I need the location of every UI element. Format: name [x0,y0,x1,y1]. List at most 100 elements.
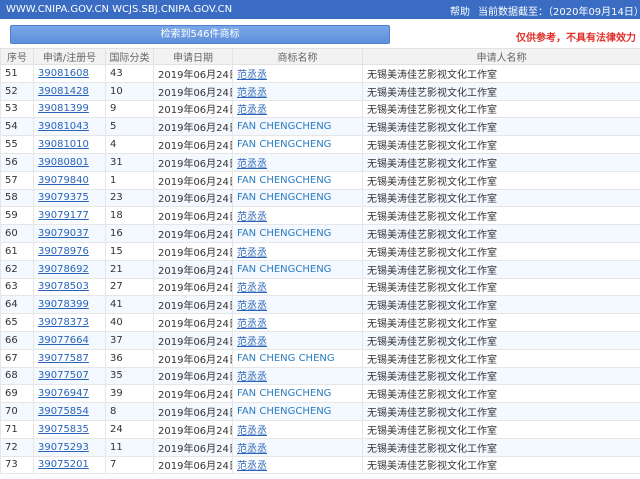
mark-name-cell[interactable]: 范丞丞 [232,64,363,83]
date-cell: 2019年06月24日 [153,402,233,421]
column-header-reg-number[interactable]: 申请/注册号 [33,48,106,65]
date-cell: 2019年06月24日 [153,437,233,457]
class-cell: 18 [105,206,154,226]
mark-name-cell: FAN CHENGCHENG [232,224,363,243]
reg-number-link[interactable]: 39078399 [33,295,106,315]
reg-number-link[interactable]: 39079037 [33,224,106,243]
table-row[interactable]: 73 39075201 7 2019年06月24日 范丞丞 无锡美涛佳艺影视文化工作室 [0,455,640,475]
reg-number-link[interactable]: 39081399 [33,99,106,119]
column-header-index[interactable]: 序号 [0,48,34,65]
reg-number-link[interactable]: 39080801 [33,152,106,172]
mark-name-cell[interactable]: 范丞丞 [232,295,363,315]
reg-number-link[interactable]: 39075293 [33,437,106,457]
mark-name-cell[interactable]: 范丞丞 [232,419,363,439]
mark-name-cell[interactable]: 范丞丞 [232,313,363,332]
table-row[interactable]: 58 39079375 23 2019年06月24日 FAN CHENGCHENG 无锡美… [0,188,640,208]
table-row[interactable]: 60 39079037 16 2019年06月24日 FAN CHENGCHENG 无锡美… [0,224,640,243]
applicant-cell: 无锡美涛佳艺影视文化工作室 [362,348,640,368]
row-index: 69 [0,384,34,404]
table-header-row: 序号 申请/注册号 国际分类 申请日期 商标名称 申请人名称 [0,48,640,65]
mark-name-cell[interactable]: 范丞丞 [232,206,363,226]
table-row[interactable]: 64 39078399 41 2019年06月24日 范丞丞 无锡美涛佳艺影视文化工作室 [0,295,640,315]
table-row[interactable]: 72 39075293 11 2019年06月24日 范丞丞 无锡美涛佳艺影视文化工作室 [0,437,640,457]
reg-number-link[interactable]: 39079177 [33,206,106,226]
applicant-cell: 无锡美涛佳艺影视文化工作室 [362,295,640,315]
mark-name-cell[interactable]: 范丞丞 [232,366,363,386]
applicant-cell: 无锡美涛佳艺影视文化工作室 [362,170,640,190]
row-index: 60 [0,224,34,243]
table-row[interactable]: 65 39078373 40 2019年06月24日 范丞丞 无锡美涛佳艺影视文化工作室 [0,313,640,332]
reg-number-link[interactable]: 39077587 [33,348,106,368]
row-index: 67 [0,348,34,368]
mark-name-cell[interactable]: 范丞丞 [232,241,363,261]
reg-number-link[interactable]: 39077664 [33,330,106,350]
row-index: 54 [0,117,34,137]
mark-name-cell[interactable]: 范丞丞 [232,99,363,119]
mark-name-cell[interactable]: 范丞丞 [232,330,363,350]
table-row[interactable]: 57 39079840 1 2019年06月24日 FAN CHENGCHENG 无锡美涛… [0,170,640,190]
table-row[interactable]: 59 39079177 18 2019年06月24日 范丞丞 无锡美涛佳艺影视文化工作室 [0,206,640,226]
row-index: 66 [0,330,34,350]
reg-number-link[interactable]: 39075201 [33,455,106,475]
reg-number-link[interactable]: 39078692 [33,259,106,279]
mark-name-cell[interactable]: 范丞丞 [232,277,363,297]
table-row[interactable]: 71 39075835 24 2019年06月24日 范丞丞 无锡美涛佳艺影视文化工作室 [0,419,640,439]
reg-number-link[interactable]: 39075835 [33,419,106,439]
reg-number-link[interactable]: 39075854 [33,402,106,421]
mark-name-cell[interactable]: 范丞丞 [232,152,363,172]
column-header-date[interactable]: 申请日期 [153,48,233,65]
table-row[interactable]: 51 39081608 43 2019年06月24日 范丞丞 无锡美涛佳艺影视文化工作室 [0,64,640,83]
row-index: 70 [0,402,34,421]
mark-name-cell[interactable]: 范丞丞 [232,455,363,475]
class-cell: 10 [105,81,154,101]
applicant-cell: 无锡美涛佳艺影视文化工作室 [362,384,640,404]
table-row[interactable]: 69 39076947 39 2019年06月24日 FAN CHENGCHENG 无锡美… [0,384,640,404]
reg-number-link[interactable]: 39079840 [33,170,106,190]
mark-name-cell[interactable]: 范丞丞 [232,437,363,457]
table-row[interactable]: 62 39078692 21 2019年06月24日 FAN CHENGCHENG 无锡美… [0,259,640,279]
class-cell: 16 [105,224,154,243]
reg-number-link[interactable]: 39078503 [33,277,106,297]
row-index: 72 [0,437,34,457]
table-row[interactable]: 53 39081399 9 2019年06月24日 范丞丞 无锡美涛佳艺影视文化工作室 [0,99,640,119]
reg-number-link[interactable]: 39077507 [33,366,106,386]
column-header-mark-name[interactable]: 商标名称 [232,48,363,65]
mark-name-cell: FAN CHENGCHENG [232,188,363,208]
reg-number-link[interactable]: 39081608 [33,64,106,83]
reg-number-link[interactable]: 39081043 [33,117,106,137]
row-index: 62 [0,259,34,279]
table-row[interactable]: 55 39081010 4 2019年06月24日 FAN CHENGCHENG 无锡美涛… [0,135,640,154]
mark-name-cell: FAN CHENGCHENG [232,384,363,404]
applicant-cell: 无锡美涛佳艺影视文化工作室 [362,64,640,83]
date-cell: 2019年06月24日 [153,117,233,137]
table-row[interactable]: 68 39077507 35 2019年06月24日 范丞丞 无锡美涛佳艺影视文化工作室 [0,366,640,386]
reg-number-link[interactable]: 39076947 [33,384,106,404]
table-row[interactable]: 70 39075854 8 2019年06月24日 FAN CHENGCHENG 无锡美涛… [0,402,640,421]
table-row[interactable]: 67 39077587 36 2019年06月24日 FAN CHENG CHENG 无锡… [0,348,640,368]
mark-name-cell: FAN CHENGCHENG [232,259,363,279]
table-body: 51 39081608 43 2019年06月24日 范丞丞 无锡美涛佳艺影视文化工作室 5… [0,64,640,475]
applicant-cell: 无锡美涛佳艺影视文化工作室 [362,313,640,332]
column-header-class[interactable]: 国际分类 [105,48,154,65]
reg-number-link[interactable]: 39078373 [33,313,106,332]
mark-name-cell[interactable]: 范丞丞 [232,81,363,101]
reg-number-link[interactable]: 39078976 [33,241,106,261]
reg-number-link[interactable]: 39081010 [33,135,106,154]
help-link[interactable]: 帮助 [450,3,470,18]
table-row[interactable]: 66 39077664 37 2019年06月24日 范丞丞 无锡美涛佳艺影视文化工作室 [0,330,640,350]
table-row[interactable]: 61 39078976 15 2019年06月24日 范丞丞 无锡美涛佳艺影视文化工作室 [0,241,640,261]
class-cell: 21 [105,259,154,279]
date-cell: 2019年06月24日 [153,419,233,439]
search-result-count-button[interactable]: 检索到546件商标 [10,25,390,44]
reg-number-link[interactable]: 39079375 [33,188,106,208]
reg-number-link[interactable]: 39081428 [33,81,106,101]
date-cell: 2019年06月24日 [153,152,233,172]
column-header-applicant[interactable]: 申请人名称 [362,48,640,65]
table-row[interactable]: 52 39081428 10 2019年06月24日 范丞丞 无锡美涛佳艺影视文化工作室 [0,81,640,101]
trademark-results-table: 序号 申请/注册号 国际分类 申请日期 商标名称 申请人名称 51 3908160… [0,48,640,475]
row-index: 52 [0,81,34,101]
table-row[interactable]: 63 39078503 27 2019年06月24日 范丞丞 无锡美涛佳艺影视文化工作室 [0,277,640,297]
table-row[interactable]: 56 39080801 31 2019年06月24日 范丞丞 无锡美涛佳艺影视文化工作室 [0,152,640,172]
table-row[interactable]: 54 39081043 5 2019年06月24日 FAN CHENGCHENG 无锡美涛… [0,117,640,137]
row-index: 68 [0,366,34,386]
